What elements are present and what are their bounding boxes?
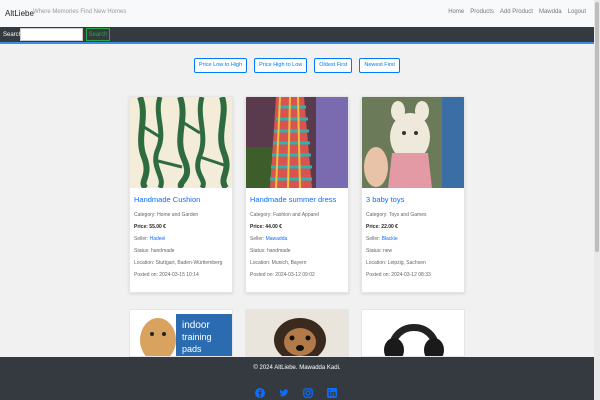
product-image-baby-toys[interactable] <box>362 97 465 188</box>
product-posted-date: Posted on: 2024-03-12 08:33 <box>366 272 431 278</box>
product-seller-row: Seller: Blackie <box>366 236 462 242</box>
product-price-row: Price: 44.00 € <box>250 224 346 230</box>
footer-copyright: © 2024 AltLiebe. Mawadda Kadi. <box>253 365 341 371</box>
sort-price-low-high-button[interactable]: Price Low to High <box>194 58 248 73</box>
nav-links: Home Products Add Product Mawdda Logout <box>448 9 586 15</box>
product-card[interactable] <box>361 309 465 357</box>
dog-pads-text-line1: indoor <box>182 320 210 331</box>
instagram-icon[interactable] <box>303 385 313 398</box>
product-card[interactable] <box>245 309 349 357</box>
seller-label: Seller: <box>134 236 149 242</box>
seller-label: Seller: <box>250 236 265 242</box>
product-image-dog-pads[interactable]: indoor training pads <box>130 310 233 357</box>
product-location: Location: Munich, Bayern <box>250 260 307 266</box>
product-location: Location: Leipzig, Sachsen <box>366 260 426 266</box>
product-status: Status: handmade <box>134 248 175 254</box>
seller-link[interactable]: Hadeel <box>150 236 166 242</box>
seller-link[interactable]: Mawadda <box>266 236 288 242</box>
seller-link[interactable]: Blackie <box>382 236 398 242</box>
facebook-icon[interactable] <box>255 385 265 398</box>
dog-pads-text-line3: pads <box>182 344 202 354</box>
product-title[interactable]: Handmade summer dress <box>250 195 346 204</box>
nav-products[interactable]: Products <box>470 9 494 15</box>
product-location: Location: Stuttgart, Baden-Württemberg <box>134 260 223 266</box>
nav-user[interactable]: Mawdda <box>539 9 562 15</box>
product-title[interactable]: 3 baby toys <box>366 195 462 204</box>
search-button[interactable]: Search <box>86 28 110 41</box>
product-image-cushion[interactable] <box>130 97 233 188</box>
product-posted-date: Posted on: 2024-03-12 09:02 <box>250 272 315 278</box>
product-title[interactable]: Handmade Cushion <box>134 195 230 204</box>
sort-price-high-low-button[interactable]: Price High to Low <box>254 58 308 73</box>
tagline: Where Memories Find New Homes <box>33 9 127 15</box>
sort-newest-first-button[interactable]: Newest First <box>359 58 400 73</box>
nav-home[interactable]: Home <box>448 9 464 15</box>
social-links <box>255 385 337 398</box>
nav-logout[interactable]: Logout <box>568 9 586 15</box>
product-status: Status: new <box>366 248 393 254</box>
product-card[interactable]: indoor training pads <box>129 309 233 357</box>
product-image-dog[interactable] <box>246 310 349 357</box>
twitter-icon[interactable] <box>279 385 289 397</box>
product-card[interactable]: 3 baby toys Category: Toys and Games Pri… <box>361 96 465 293</box>
linkedin-icon[interactable] <box>327 385 337 398</box>
product-posted-date: Posted on: 2024-03-15 10:14 <box>134 272 199 278</box>
nav-add-product[interactable]: Add Product <box>500 9 533 15</box>
sort-oldest-first-button[interactable]: Oldest First <box>314 58 353 73</box>
sort-controls: Price Low to High Price High to Low Olde… <box>0 58 594 73</box>
scrollbar-thumb[interactable] <box>595 2 599 252</box>
brand-logo[interactable]: AltLiebe <box>5 9 34 18</box>
product-card[interactable]: Handmade summer dress Category: Fashion … <box>245 96 349 293</box>
product-category: Category: Toys and Games <box>366 212 427 218</box>
product-image-dress[interactable] <box>246 97 349 188</box>
product-category: Category: Home and Garden <box>134 212 199 218</box>
product-category: Category: Fashion and Apparel <box>250 212 319 218</box>
product-seller-row: Seller: Hadeel <box>134 236 230 242</box>
product-price-row: Price: 55.00 € <box>134 224 230 230</box>
footer: © 2024 AltLiebe. Mawadda Kadi. <box>0 357 594 400</box>
product-seller-row: Seller: Mawadda <box>250 236 346 242</box>
product-card[interactable]: Handmade Cushion Category: Home and Gard… <box>129 96 233 293</box>
top-navbar: AltLiebe Where Memories Find New Homes H… <box>0 0 594 27</box>
product-price: Price: 44.00 € <box>250 224 282 230</box>
page-scrollbar[interactable] <box>594 0 600 400</box>
search-input[interactable] <box>20 28 83 41</box>
product-price: Price: 22.00 € <box>366 224 398 230</box>
product-price: Price: 55.00 € <box>134 224 166 230</box>
product-price-row: Price: 22.00 € <box>366 224 462 230</box>
seller-label: Seller: <box>366 236 381 242</box>
search-bar: Search Search <box>0 27 594 44</box>
product-image-headphones[interactable] <box>362 310 465 357</box>
dog-pads-text-line2: training <box>182 332 212 342</box>
product-status: Status: handmade <box>250 248 291 254</box>
